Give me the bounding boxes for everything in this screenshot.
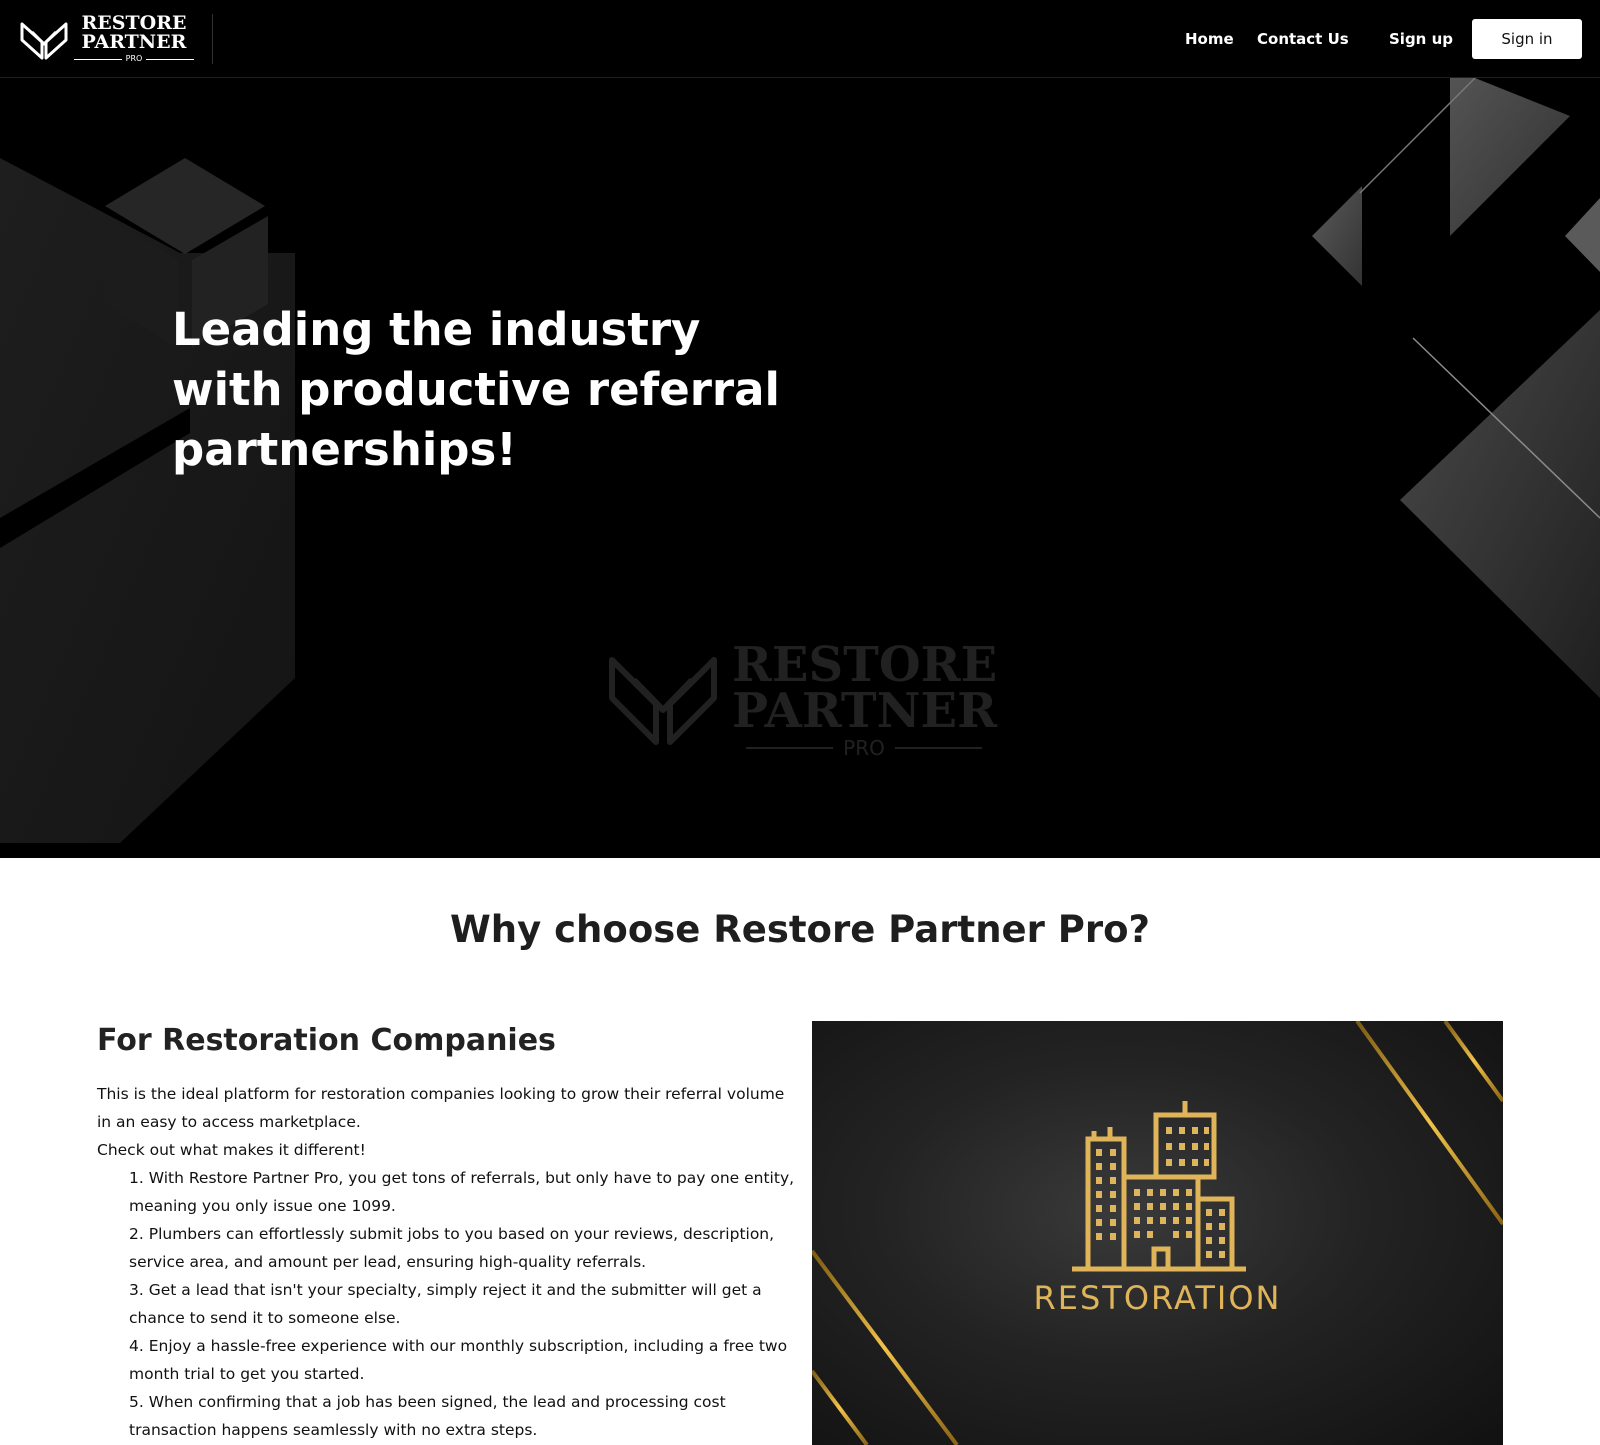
list-item: 4. Enjoy a hassle-free experience with o… <box>129 1337 788 1383</box>
logo-word-partner: PARTNER <box>81 31 187 53</box>
logo-word-pro: PRO <box>74 54 194 64</box>
list-item: 5. When confirming that a job has been s… <box>129 1393 726 1439</box>
watermark-pro: PRO <box>746 736 983 760</box>
watermark-rule-left <box>746 747 834 749</box>
restoration-companies-title: For Restoration Companies <box>97 1023 556 1058</box>
hero-section: Leading the industry with productive ref… <box>0 78 1600 858</box>
chevron-shield-icon <box>20 22 68 60</box>
site-header: RESTORE PARTNER PRO Home Contact Us Sign… <box>0 0 1600 78</box>
why-section-title: Why choose Restore Partner Pro? <box>449 908 1151 951</box>
header-divider <box>212 14 213 64</box>
list-item: 1. With Restore Partner Pro, you get ton… <box>129 1169 795 1215</box>
benefits-list: 1. With Restore Partner Pro, you get ton… <box>97 1164 797 1444</box>
intro-paragraph: This is the ideal platform for restorati… <box>97 1085 785 1131</box>
watermark-rule-right <box>894 747 983 749</box>
logo-wordmark: RESTORE PARTNER PRO <box>74 14 194 64</box>
watermark-chevron-icon <box>609 657 717 745</box>
restoration-label: RESTORATION <box>1033 1279 1282 1317</box>
watermark-pro-text: PRO <box>843 736 885 760</box>
watermark-wordmark: RESTORE PARTNER <box>732 637 998 739</box>
nav-contact-link[interactable]: Contact Us <box>1257 29 1349 49</box>
list-item: 3. Get a lead that isn't your specialty,… <box>129 1281 762 1327</box>
hero-watermark-logo: RESTORE PARTNER PRO <box>608 641 1008 770</box>
watermark-word-partner: PARTNER <box>732 683 997 739</box>
list-item: 2. Plumbers can effortlessly submit jobs… <box>129 1225 775 1271</box>
signin-button[interactable]: Sign in <box>1472 19 1582 59</box>
restoration-promo-image: RESTORATION <box>812 1021 1503 1445</box>
intro-cta-text: Check out what makes it different! <box>97 1141 366 1159</box>
nav-signup-link[interactable]: Sign up <box>1389 29 1453 49</box>
hero-title: Leading the industry with productive ref… <box>172 303 780 476</box>
buildings-icon <box>1072 1101 1246 1272</box>
watermark-word-restore: RESTORE <box>732 637 998 693</box>
logo-pro-text: PRO <box>125 54 143 63</box>
nav-home-link[interactable]: Home <box>1185 29 1234 49</box>
restoration-info-column: For Restoration Companies This is the id… <box>97 1020 797 1444</box>
brand-logo[interactable]: RESTORE PARTNER PRO <box>20 14 190 64</box>
